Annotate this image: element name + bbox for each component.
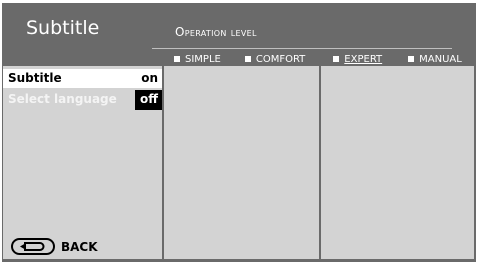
level-option-expert[interactable]: EXPERT: [333, 52, 382, 66]
level-option-label: EXPERT: [344, 53, 383, 65]
menu-item-subtitle[interactable]: Subtitle on: [3, 69, 162, 88]
square-bullet-icon: [333, 56, 340, 62]
menu-item-label: Select language: [8, 92, 117, 106]
square-bullet-icon: [174, 56, 180, 62]
menu-item-label: Subtitle: [8, 71, 62, 85]
level-option-comfort[interactable]: COMFORT: [244, 52, 306, 66]
menu-panel-middle: [164, 66, 319, 259]
square-bullet-icon: [244, 56, 251, 62]
menu-panels: Subtitle on Select language off BACK: [3, 66, 474, 259]
level-option-manual[interactable]: MANUAL: [408, 52, 462, 66]
level-option-label: MANUAL: [419, 53, 462, 65]
menu-panel-right: [321, 66, 474, 259]
operation-level-label: Operation level: [175, 25, 257, 39]
operation-level-options: SIMPLE COMFORT EXPERT MANUAL: [174, 52, 478, 66]
level-option-simple[interactable]: SIMPLE: [174, 52, 221, 66]
square-bullet-icon: [408, 56, 415, 62]
return-arrow-icon: [11, 238, 55, 255]
menu-item-value: off: [140, 92, 158, 106]
menu-panel-left: Subtitle on Select language off BACK: [3, 66, 162, 259]
back-button[interactable]: BACK: [11, 238, 98, 255]
page-title: Subtitle: [26, 17, 100, 39]
divider-line: [152, 48, 452, 49]
level-option-label: COMFORT: [255, 53, 306, 65]
menu-item-select-language[interactable]: Select language off: [3, 90, 162, 110]
back-label: BACK: [61, 239, 98, 254]
level-option-label: SIMPLE: [185, 53, 221, 65]
osd-header: Subtitle Operation level SIMPLE COMFORT …: [2, 3, 476, 67]
menu-item-value: on: [141, 71, 158, 85]
